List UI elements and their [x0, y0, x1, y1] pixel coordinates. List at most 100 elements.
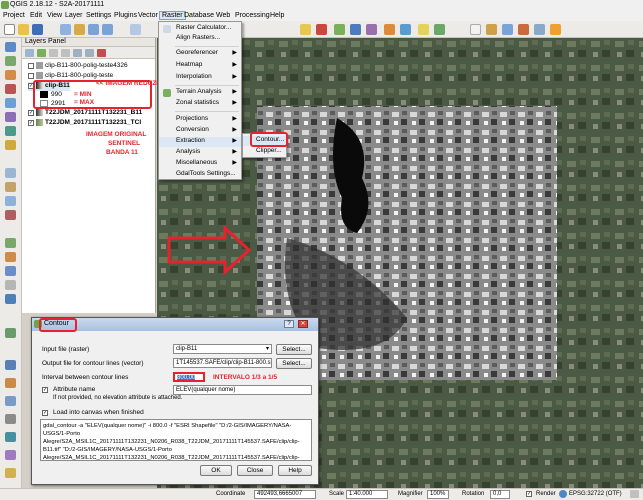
- zoom-in-icon[interactable]: [88, 24, 99, 35]
- layer-item[interactable]: ✓ T22JDM_20171111T132231_B11: [28, 109, 142, 118]
- move-feature-icon[interactable]: [5, 266, 16, 276]
- attribute-checkbox[interactable]: ✓: [42, 387, 48, 393]
- output-select-button[interactable]: Select...: [276, 358, 312, 369]
- crs-label[interactable]: EPSG:32722 (OTF): [569, 491, 622, 497]
- print-composer-icon[interactable]: [5, 378, 16, 388]
- interval-spinbox[interactable]: 800,00: [173, 372, 205, 382]
- add-wfs-layer-icon[interactable]: [5, 126, 16, 136]
- menu-item-projections[interactable]: Projections ▶: [159, 115, 241, 125]
- help-window-button[interactable]: ?: [284, 320, 294, 328]
- menu-processing[interactable]: Processing: [235, 12, 270, 19]
- scale-field[interactable]: 1:40.000: [346, 490, 388, 499]
- new-spatialite-icon[interactable]: [5, 182, 16, 192]
- plugin-icon[interactable]: [518, 24, 529, 35]
- coordinate-field[interactable]: 492493,6665007: [254, 490, 316, 499]
- close-button[interactable]: Close: [237, 465, 273, 476]
- command-text[interactable]: gdal_contour -a "ELEV(qualquer nome)" -i…: [40, 419, 312, 461]
- load-canvas-checkbox[interactable]: ✓: [42, 410, 48, 416]
- delete-selected-icon[interactable]: [5, 294, 16, 304]
- layer-checkbox[interactable]: ✓: [28, 119, 34, 126]
- filter-legend-icon[interactable]: [49, 49, 58, 57]
- overview-icon[interactable]: [5, 414, 16, 424]
- deselect-icon[interactable]: [316, 24, 327, 35]
- input-select-button[interactable]: Select...: [276, 344, 312, 355]
- remove-layer-panel-icon[interactable]: [97, 49, 106, 57]
- new-shapefile-icon[interactable]: [5, 168, 16, 178]
- menu-vector[interactable]: Vector: [138, 12, 158, 19]
- render-checkbox[interactable]: ✓: [526, 491, 532, 497]
- add-raster-layer-icon[interactable]: [5, 56, 16, 66]
- composer-manager-icon[interactable]: [5, 396, 16, 406]
- zoom-full-icon[interactable]: [130, 24, 141, 35]
- refresh-icon[interactable]: [502, 24, 513, 35]
- open-project-icon[interactable]: [18, 24, 29, 35]
- pan-icon[interactable]: [60, 24, 71, 35]
- layer-checkbox[interactable]: ✓: [28, 109, 34, 116]
- add-group-icon[interactable]: [37, 49, 46, 57]
- menu-item-conversion[interactable]: Conversion ▶: [159, 126, 241, 136]
- magnifier-field[interactable]: 100%: [427, 490, 449, 499]
- layer-item[interactable]: clip-B11-800-polig-teste4326: [28, 62, 128, 71]
- select-features-icon[interactable]: [300, 24, 311, 35]
- pan-to-selection-icon[interactable]: [74, 24, 85, 35]
- rotation-field[interactable]: 0,0: [490, 490, 510, 499]
- browser-icon[interactable]: [5, 450, 16, 460]
- input-file-select[interactable]: clip-B11 ▾: [173, 344, 272, 354]
- add-spatialite-layer-icon[interactable]: [5, 84, 16, 94]
- menu-help[interactable]: Help: [270, 12, 284, 19]
- menu-item-extraction[interactable]: Extraction ▶: [159, 137, 241, 147]
- expand-all-icon[interactable]: [73, 49, 82, 57]
- label-icon[interactable]: [418, 24, 429, 35]
- menu-plugins[interactable]: Plugins: [114, 12, 137, 19]
- menu-item-gdaltools-settings[interactable]: GdalTools Settings...: [159, 170, 241, 180]
- processing-toolbox-icon[interactable]: [534, 24, 545, 35]
- node-tool-icon[interactable]: [5, 280, 16, 290]
- menu-database[interactable]: Database: [184, 12, 214, 19]
- menu-settings[interactable]: Settings: [86, 12, 111, 19]
- menu-item-raster-calculator[interactable]: Raster Calculator...: [159, 24, 241, 34]
- menu-layer[interactable]: Layer: [65, 12, 83, 19]
- menu-web[interactable]: Web: [216, 12, 230, 19]
- close-window-button[interactable]: ✕: [298, 320, 308, 328]
- menu-item-analysis[interactable]: Analysis ▶: [159, 148, 241, 158]
- messages-icon[interactable]: [630, 490, 639, 498]
- menu-item-heatmap[interactable]: Heatmap ▶: [159, 61, 241, 71]
- add-postgis-layer-icon[interactable]: [5, 70, 16, 80]
- menu-raster[interactable]: Raster: [159, 11, 186, 20]
- coordinate-capture-icon[interactable]: [550, 24, 561, 35]
- globe-icon[interactable]: [559, 490, 567, 498]
- digitize-icon[interactable]: [5, 238, 16, 248]
- save-project-icon[interactable]: [32, 24, 43, 35]
- remove-layer-icon[interactable]: [5, 210, 16, 220]
- new-project-icon[interactable]: [4, 24, 15, 35]
- measure-icon[interactable]: [384, 24, 395, 35]
- zoom-layer-icon[interactable]: [5, 360, 16, 370]
- attribute-table-icon[interactable]: [350, 24, 361, 35]
- collapse-all-icon[interactable]: [85, 49, 94, 57]
- menu-item-terrain-analysis[interactable]: Terrain Analysis ▶: [159, 88, 241, 98]
- bookmark-icon[interactable]: [486, 24, 497, 35]
- field-calculator-icon[interactable]: [366, 24, 377, 35]
- menu-item-georeferencer[interactable]: Georeferencer ▶: [159, 49, 241, 59]
- help-button[interactable]: Help: [278, 465, 312, 476]
- ok-button[interactable]: OK: [200, 465, 232, 476]
- zoom-out-icon[interactable]: [102, 24, 113, 35]
- add-delimited-text-icon[interactable]: [5, 140, 16, 150]
- layer-item[interactable]: ✓ T22JDM_20171111T132231_TCI: [28, 119, 141, 128]
- attribute-name-field[interactable]: ELEV(qualquer nome): [173, 385, 312, 395]
- add-wms-layer-icon[interactable]: [5, 98, 16, 108]
- log-messages-icon[interactable]: [5, 468, 16, 478]
- menu-item-clipper[interactable]: Clipper...: [243, 147, 286, 157]
- layer-checkbox[interactable]: [28, 72, 34, 79]
- identify-icon[interactable]: [334, 24, 345, 35]
- menu-edit[interactable]: Edit: [30, 12, 42, 19]
- filter-expression-icon[interactable]: [61, 49, 70, 57]
- menu-view[interactable]: View: [47, 12, 62, 19]
- menu-item-interpolation[interactable]: Interpolation ▶: [159, 73, 241, 83]
- add-wcs-layer-icon[interactable]: [5, 112, 16, 122]
- menu-item-miscellaneous[interactable]: Miscellaneous ▶: [159, 159, 241, 169]
- new-geopackage-icon[interactable]: [5, 196, 16, 206]
- python-console-icon[interactable]: [434, 24, 445, 35]
- menu-project[interactable]: Project: [3, 12, 25, 19]
- new-map-view-icon[interactable]: [470, 24, 481, 35]
